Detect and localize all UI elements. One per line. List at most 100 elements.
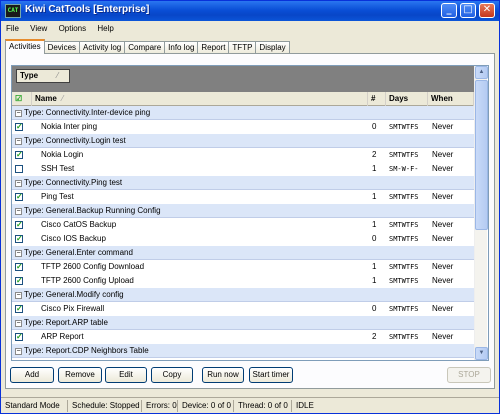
status-device: Device: 0 of 0 [177, 400, 233, 412]
table-row[interactable]: ✓ ARP Report 2 SMTWTFS Never [12, 330, 474, 344]
edit-button[interactable]: Edit [105, 367, 147, 383]
run-now-button[interactable]: Run now [202, 367, 244, 383]
activity-name: TFTP 2600 Config Download [41, 262, 145, 271]
activity-when: Never [432, 234, 454, 243]
activity-name: Cisco CatOS Backup [41, 220, 117, 229]
collapse-icon[interactable]: − [15, 138, 22, 145]
collapse-icon[interactable]: − [15, 180, 22, 187]
activity-count: 1 [372, 164, 377, 173]
group-label: Type: Report.CDP Neighbors Table [24, 346, 149, 355]
scroll-up-icon[interactable]: ▲ [475, 66, 488, 79]
status-bar: Standard Mode Schedule: Stopped Errors: … [1, 397, 499, 413]
group-by-type-tag[interactable]: Type ⁄ [16, 69, 70, 83]
minimize-button[interactable]: _ [441, 3, 457, 18]
activity-count: 0 [372, 234, 377, 243]
main-window: CAT Kiwi CatTools [Enterprise] _ □ ✕ Fil… [0, 0, 500, 414]
group-label: Type: General.Enter command [24, 248, 133, 257]
status-schedule: Schedule: Stopped [67, 400, 141, 412]
scroll-down-icon[interactable]: ▼ [475, 347, 488, 360]
table-row[interactable]: ✓ Cisco IOS Backup 0 SMTWTFS Never [12, 232, 474, 246]
activity-name: ARP Report [41, 332, 84, 341]
column-num-header[interactable]: # [368, 92, 386, 106]
activity-days: SMTWTFS [389, 305, 419, 313]
collapse-icon[interactable]: − [15, 250, 22, 257]
activity-count: 1 [372, 192, 377, 201]
column-name-label: Name [35, 94, 57, 103]
collapse-icon[interactable]: − [15, 208, 22, 215]
vertical-scrollbar[interactable]: ▲ ▼ [474, 66, 488, 360]
activity-count: 1 [372, 276, 377, 285]
group-label: Type: General.Backup Running Config [24, 206, 161, 215]
collapse-icon[interactable]: − [15, 110, 22, 117]
group-label: Type: General.Modify config [24, 290, 124, 299]
copy-button[interactable]: Copy [151, 367, 193, 383]
collapse-icon[interactable]: − [15, 348, 22, 355]
activity-when: Never [432, 276, 454, 285]
table-row[interactable]: ✓ Cisco CatOS Backup 1 SMTWTFS Never [12, 218, 474, 232]
activity-when: Never [432, 262, 454, 271]
column-when-header[interactable]: When [428, 92, 474, 106]
enabled-checkbox[interactable]: ✓ [15, 277, 23, 285]
group-row[interactable]: − Type: Report.ARP table [12, 316, 474, 330]
collapse-icon[interactable]: − [15, 320, 22, 327]
menu-options[interactable]: Options [56, 22, 87, 35]
action-buttons: Add Remove Edit Copy Run now Start timer… [1, 367, 499, 387]
table-row[interactable]: ✓ TFTP 2600 Config Upload 1 SMTWTFS Never [12, 274, 474, 288]
tab-activities[interactable]: Activities [5, 39, 45, 54]
activity-days: SMTWTFS [389, 123, 419, 131]
sort-arrow-icon: ⁄ [62, 94, 64, 103]
column-check-header[interactable]: ☑ [12, 92, 32, 106]
close-button[interactable]: ✕ [479, 3, 495, 18]
group-row[interactable]: − Type: Connectivity.Login test [12, 134, 474, 148]
enabled-checkbox[interactable]: ✓ [15, 151, 23, 159]
status-thread: Thread: 0 of 0 [233, 400, 291, 412]
window-title: Kiwi CatTools [Enterprise] [25, 4, 150, 15]
activity-when: Never [432, 304, 454, 313]
group-row[interactable]: − Type: General.Modify config [12, 288, 474, 302]
table-row[interactable]: ✓ Nokia Inter ping 0 SMTWTFS Never [12, 120, 474, 134]
group-row[interactable]: − Type: General.Backup Running Config [12, 204, 474, 218]
activity-count: 2 [372, 150, 377, 159]
group-row[interactable]: − Type: General.Enter command [12, 246, 474, 260]
scroll-thumb[interactable] [475, 80, 488, 230]
enabled-checkbox[interactable]: ✓ [15, 193, 23, 201]
menu-file[interactable]: File [3, 22, 19, 35]
add-button[interactable]: Add [10, 367, 54, 383]
enabled-checkbox[interactable]: ✓ [15, 221, 23, 229]
table-row[interactable]: ✓ Cisco Pix Firewall 0 SMTWTFS Never [12, 302, 474, 316]
activity-when: Never [432, 192, 454, 201]
activity-name: SSH Test [41, 164, 75, 173]
stop-button[interactable]: STOP [447, 367, 491, 383]
activity-count: 0 [372, 122, 377, 131]
collapse-icon[interactable]: − [15, 292, 22, 299]
status-mode: Standard Mode [5, 401, 60, 410]
enabled-checkbox[interactable]: ✓ [15, 305, 23, 313]
enabled-checkbox[interactable] [15, 165, 23, 173]
enabled-checkbox[interactable]: ✓ [15, 123, 23, 131]
menu-help[interactable]: Help [94, 22, 113, 35]
group-row[interactable]: − Type: Connectivity.Inter-device ping [12, 106, 474, 120]
maximize-button[interactable]: □ [460, 3, 476, 18]
enabled-checkbox[interactable]: ✓ [15, 263, 23, 271]
table-row[interactable]: ✓ Nokia Login 2 SMTWTFS Never [12, 148, 474, 162]
enabled-checkbox[interactable]: ✓ [15, 235, 23, 243]
table-row[interactable]: ✓ TFTP 2600 Config Download 1 SMTWTFS Never [12, 260, 474, 274]
activity-when: Never [432, 220, 454, 229]
column-name-header[interactable]: Name ⁄ [32, 92, 368, 106]
activity-days: SMTWTFS [389, 151, 419, 159]
menu-view[interactable]: View [27, 22, 47, 35]
title-bar[interactable]: CAT Kiwi CatTools [Enterprise] _ □ ✕ [1, 1, 499, 21]
group-row[interactable]: − Type: Report.CDP Neighbors Table [12, 344, 474, 358]
start-timer-button[interactable]: Start timer [249, 367, 293, 383]
table-row[interactable]: SSH Test 1 SM-W-F- Never [12, 162, 474, 176]
activity-count: 1 [372, 220, 377, 229]
group-row[interactable]: − Type: Connectivity.Ping test [12, 176, 474, 190]
enabled-checkbox[interactable]: ✓ [15, 333, 23, 341]
remove-button[interactable]: Remove [58, 367, 102, 383]
group-by-area: Type ⁄ [12, 66, 474, 92]
group-by-label: Type [20, 71, 39, 80]
group-label: Type: Connectivity.Ping test [24, 178, 123, 187]
activity-when: Never [432, 150, 454, 159]
table-row[interactable]: ✓ Ping Test 1 SMTWTFS Never [12, 190, 474, 204]
column-days-header[interactable]: Days [386, 92, 428, 106]
